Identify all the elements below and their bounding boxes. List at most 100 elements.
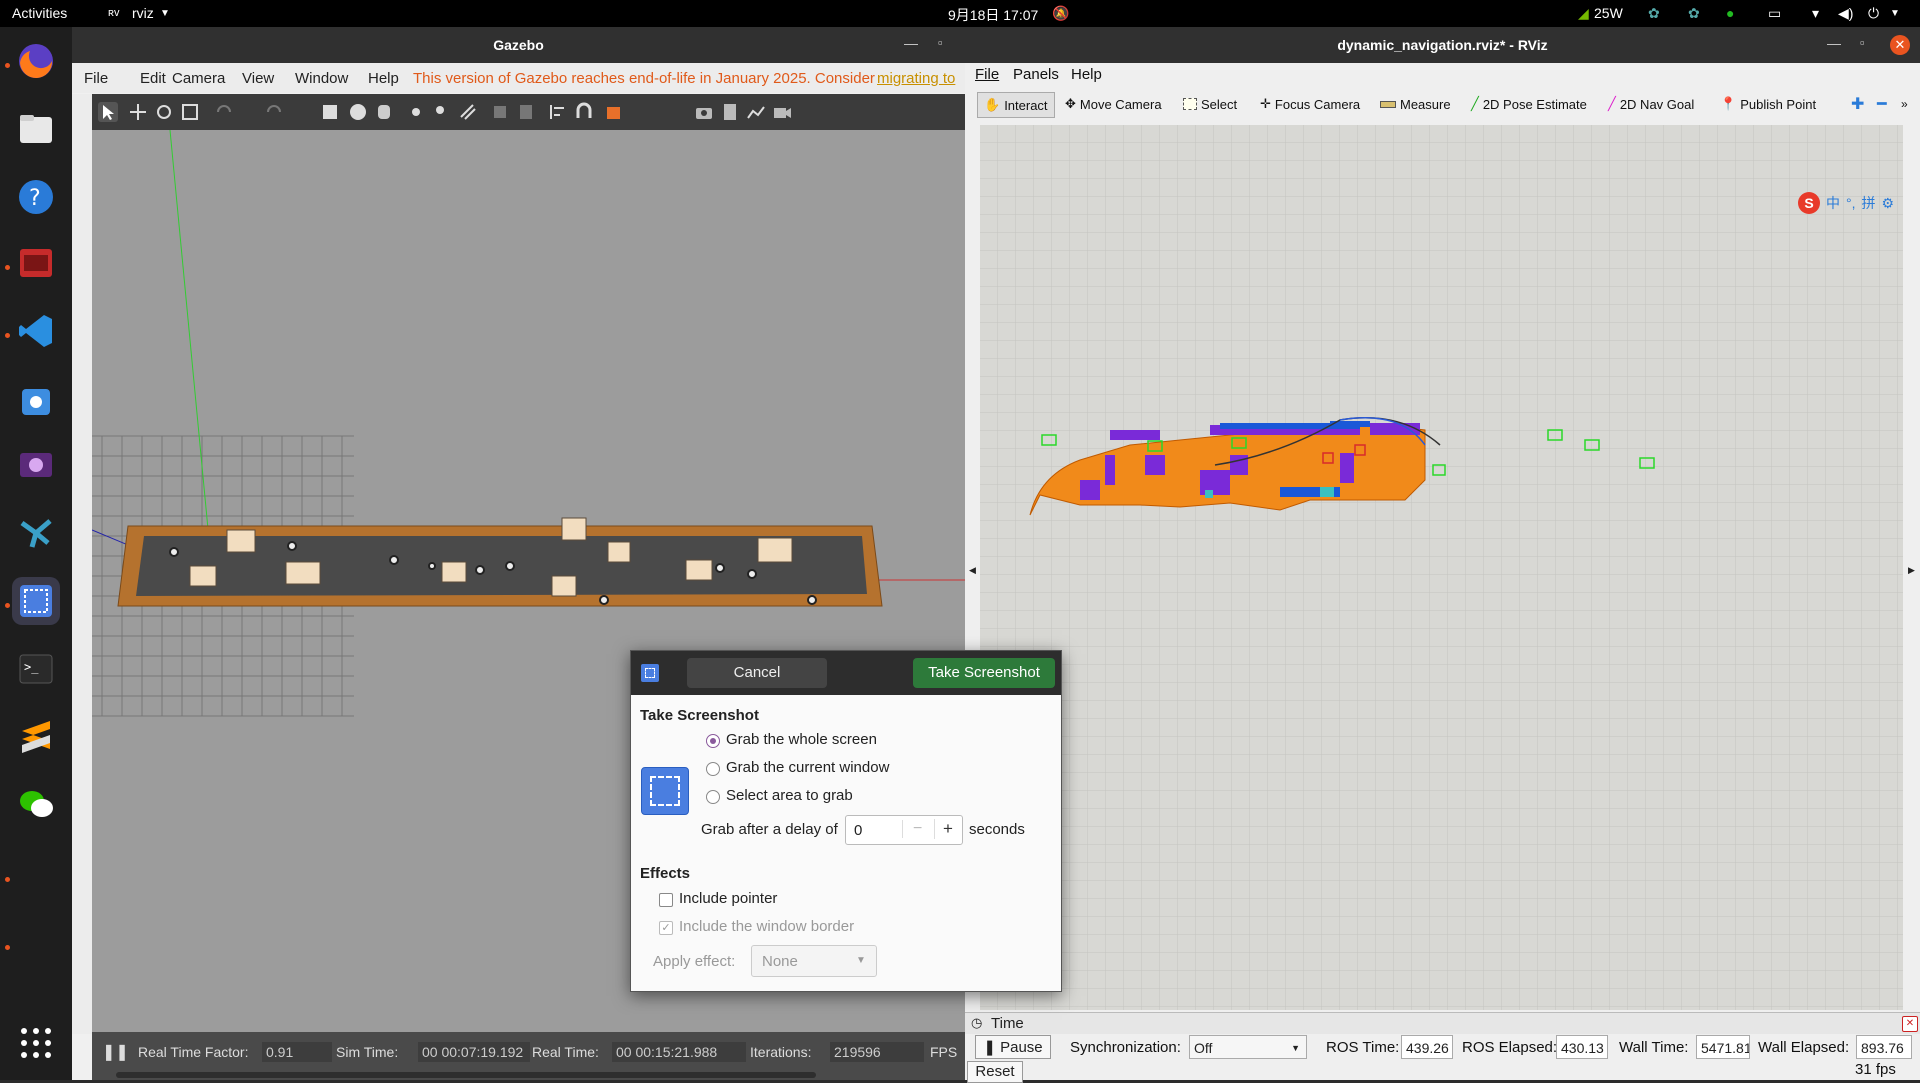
clock[interactable]: 9月18日 17:07: [948, 5, 1038, 25]
tray-icon-2[interactable]: ✿: [1688, 5, 1700, 22]
power-icon[interactable]: ⏻: [1868, 5, 1879, 22]
radio-current-window[interactable]: [706, 762, 720, 776]
ime-toolbar[interactable]: S 中 °, 拼 ⚙: [1798, 190, 1894, 216]
software-store-icon[interactable]: [12, 375, 60, 423]
pause-icon[interactable]: ❚❚: [102, 1042, 129, 1062]
camera-screenshot-icon[interactable]: [694, 102, 714, 122]
spot-light-icon[interactable]: [432, 102, 452, 122]
network-app-icon[interactable]: [12, 509, 60, 557]
minimize-icon[interactable]: —: [904, 35, 918, 51]
tool-move-camera[interactable]: ✥ Move Camera: [1065, 94, 1162, 114]
tool-select[interactable]: Select: [1183, 94, 1237, 114]
sphere-shape-icon[interactable]: [348, 102, 368, 122]
tool-2d-pose-estimate[interactable]: ╱ 2D Pose Estimate: [1471, 94, 1587, 114]
add-tool-icon[interactable]: ✚: [1851, 94, 1864, 114]
ime-punct[interactable]: °,: [1846, 195, 1856, 211]
wall-elapsed-field[interactable]: 893.76: [1856, 1035, 1912, 1059]
activities-button[interactable]: Activities: [12, 5, 67, 21]
video-record-icon[interactable]: [772, 102, 792, 122]
snap-magnet-icon[interactable]: [574, 102, 594, 122]
rviz-3d-viewport[interactable]: [980, 125, 1903, 1010]
wall-time-field[interactable]: 5471.81: [1696, 1035, 1750, 1059]
maximize-icon[interactable]: ▫: [1860, 35, 1865, 50]
ime-pinyin[interactable]: 拼: [1862, 193, 1876, 213]
wechat-tray-icon[interactable]: ●: [1726, 5, 1734, 21]
menu-file[interactable]: File: [84, 70, 108, 87]
tool-interact[interactable]: ✋ Interact: [977, 92, 1055, 118]
redo-icon[interactable]: [264, 102, 284, 122]
label-whole-screen[interactable]: Grab the whole screen: [726, 731, 877, 748]
migration-link[interactable]: migrating to: [877, 70, 955, 87]
rviz-titlebar[interactable]: dynamic_navigation.rviz* - RViz: [965, 27, 1920, 63]
cylinder-shape-icon[interactable]: [374, 102, 394, 122]
sync-select[interactable]: Off ▼: [1189, 1035, 1307, 1059]
wechat-icon[interactable]: [12, 779, 60, 827]
sogou-icon[interactable]: S: [1798, 192, 1820, 214]
radio-whole-screen[interactable]: [706, 734, 720, 748]
wifi-icon[interactable]: ▾: [1812, 5, 1819, 22]
label-include-pointer[interactable]: Include pointer: [679, 890, 777, 907]
tool-publish-point[interactable]: 📍 Publish Point: [1720, 94, 1816, 114]
terminal-icon[interactable]: >_: [12, 645, 60, 693]
delay-input[interactable]: 0: [854, 822, 862, 839]
menu-edit[interactable]: Edit: [140, 70, 166, 87]
point-light-icon[interactable]: [406, 102, 426, 122]
increment-button[interactable]: +: [934, 819, 953, 839]
menu-panels[interactable]: Panels: [1013, 66, 1059, 83]
right-dock-collapsed[interactable]: ▶: [1903, 125, 1920, 1010]
maximize-icon[interactable]: ▫: [938, 35, 943, 50]
radio-select-area[interactable]: [706, 790, 720, 804]
label-select-area[interactable]: Select area to grab: [726, 787, 853, 804]
menu-file[interactable]: File: [975, 66, 999, 83]
ros-time-field[interactable]: 439.26: [1401, 1035, 1453, 1059]
menu-window[interactable]: Window: [295, 70, 348, 87]
tool-measure[interactable]: Measure: [1380, 94, 1451, 114]
cancel-button[interactable]: Cancel: [687, 658, 827, 688]
ime-lang[interactable]: 中: [1826, 193, 1840, 213]
terminal-red-icon[interactable]: [12, 239, 60, 287]
remove-tool-icon[interactable]: ━: [1877, 94, 1887, 114]
copy-icon[interactable]: [490, 102, 510, 122]
log-icon[interactable]: [720, 102, 740, 122]
menu-camera[interactable]: Camera: [172, 70, 225, 87]
tool-2d-nav-goal[interactable]: ╱ 2D Nav Goal: [1608, 94, 1694, 114]
gazebo-titlebar[interactable]: Gazebo: [72, 27, 965, 63]
app-menu[interactable]: rviz: [132, 5, 154, 21]
align-icon[interactable]: [548, 102, 568, 122]
sublime-icon[interactable]: [12, 713, 60, 761]
plot-icon[interactable]: [746, 102, 766, 122]
undo-icon[interactable]: [214, 102, 234, 122]
apps-grid-icon[interactable]: [12, 1019, 60, 1067]
help-icon[interactable]: ?: [12, 173, 60, 221]
volume-icon[interactable]: ◀): [1838, 5, 1853, 22]
ros-elapsed-field[interactable]: 430.13: [1556, 1035, 1608, 1059]
files-icon[interactable]: [12, 105, 60, 153]
gear-icon[interactable]: ⚙: [1882, 195, 1895, 212]
horizontal-scrollbar[interactable]: [116, 1072, 816, 1078]
menu-view[interactable]: View: [242, 70, 274, 87]
decrement-button[interactable]: −: [902, 820, 922, 838]
paste-icon[interactable]: [516, 102, 536, 122]
power-usage[interactable]: 25W: [1594, 5, 1623, 21]
left-panel-collapsed[interactable]: [72, 94, 92, 1034]
tool-focus-camera[interactable]: ✛ Focus Camera: [1260, 94, 1360, 114]
minimize-icon[interactable]: —: [1827, 35, 1841, 51]
close-icon[interactable]: ✕: [1890, 35, 1910, 55]
checkbox-include-pointer[interactable]: [659, 893, 673, 907]
keyboard-icon[interactable]: ▭: [1768, 5, 1781, 22]
vscode-icon[interactable]: [12, 307, 60, 355]
screenshot-icon[interactable]: [12, 577, 60, 625]
select-arrow-icon[interactable]: [98, 102, 118, 122]
rotate-icon[interactable]: [154, 102, 174, 122]
overflow-icon[interactable]: »: [1901, 94, 1908, 114]
media-player-icon[interactable]: [12, 441, 60, 489]
firefox-icon[interactable]: [12, 37, 60, 85]
menu-help[interactable]: Help: [1071, 66, 1102, 83]
menu-help[interactable]: Help: [368, 70, 399, 87]
close-panel-icon[interactable]: ✕: [1902, 1016, 1918, 1032]
scale-icon[interactable]: [180, 102, 200, 122]
label-current-window[interactable]: Grab the current window: [726, 759, 889, 776]
box-shape-icon[interactable]: [320, 102, 340, 122]
take-screenshot-button[interactable]: Take Screenshot: [913, 658, 1055, 688]
translate-icon[interactable]: [128, 102, 148, 122]
